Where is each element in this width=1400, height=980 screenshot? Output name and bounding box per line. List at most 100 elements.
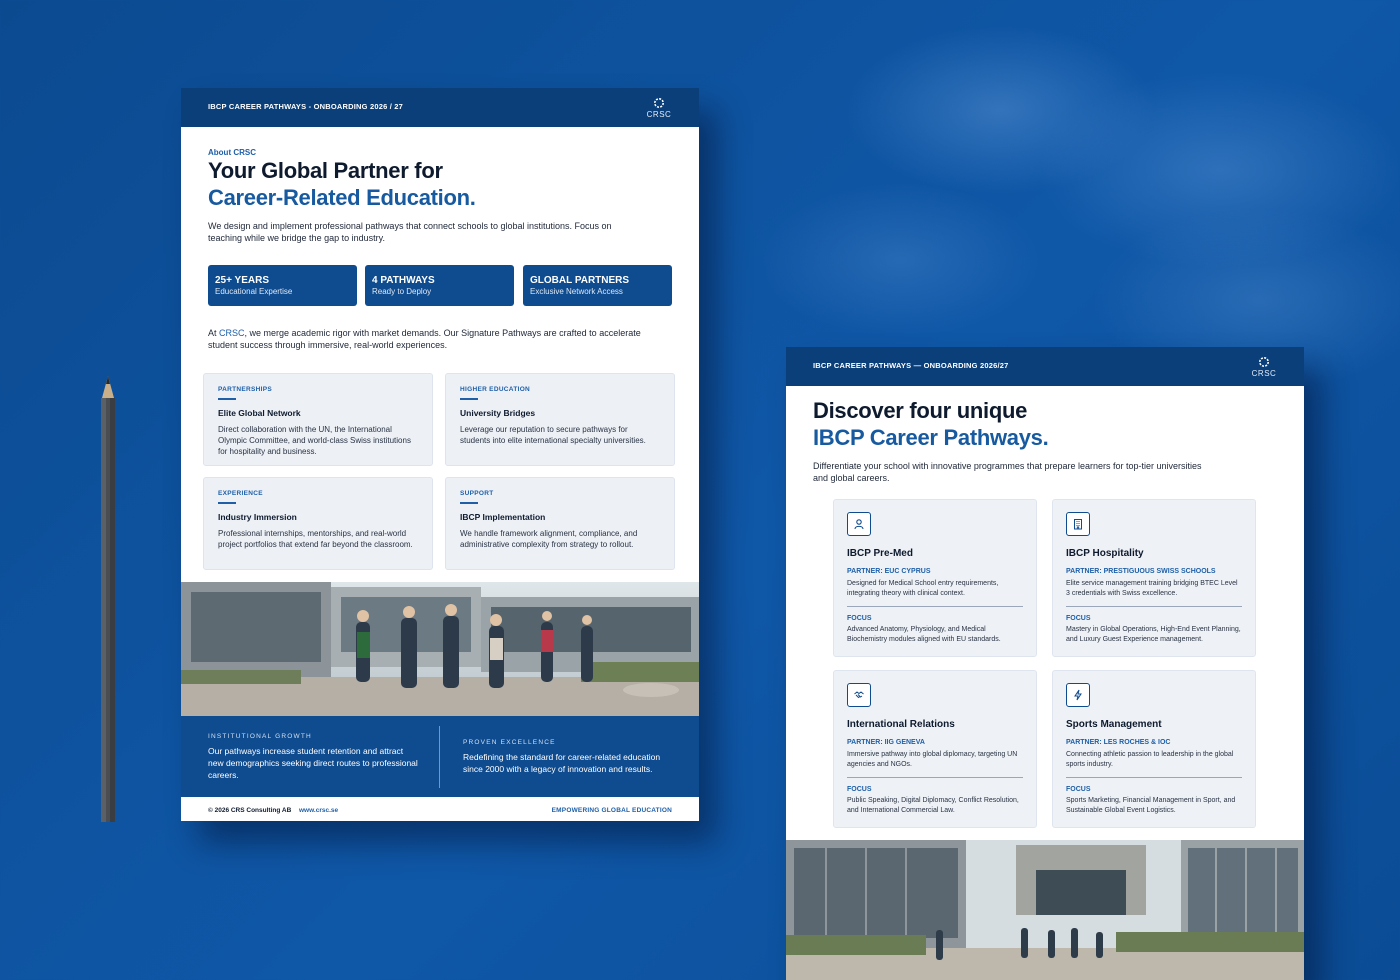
- card-description: Professional internships, mentorships, a…: [218, 528, 413, 549]
- header-title: IBCP CAREER PATHWAYS — ONBOARDING 2026/2…: [813, 361, 1009, 370]
- footer-url[interactable]: www.crsc.se: [299, 807, 338, 814]
- crsc-logo: CRSC: [1251, 356, 1277, 378]
- card-divider: [1066, 606, 1242, 607]
- pathway-partner: PARTNER: LES ROCHES & IOC: [1066, 739, 1171, 746]
- pathway-name: IBCP Hospitality: [1066, 548, 1144, 559]
- card-description: Direct collaboration with the UN, the In…: [218, 424, 411, 456]
- pathway-card-premed: IBCP Pre-Med PARTNER: EUC CYPRUS Designe…: [833, 499, 1037, 657]
- header-bar: IBCP CAREER PATHWAYS - ONBOARDING 2026 /…: [181, 88, 699, 127]
- header-title: IBCP CAREER PATHWAYS - ONBOARDING 2026 /…: [208, 102, 404, 111]
- headline-line-1: Discover four unique: [813, 398, 1028, 423]
- pathway-name: International Relations: [847, 719, 955, 730]
- card-divider: [847, 777, 1023, 778]
- mission-crsc-link: CRSC: [219, 328, 245, 338]
- pathway-description: Connecting athletic passion to leadershi…: [1066, 751, 1234, 768]
- mission-paragraph: At CRSC, we merge academic rigor with ma…: [208, 328, 678, 351]
- onepager-right: IBCP CAREER PATHWAYS — ONBOARDING 2026/2…: [786, 347, 1304, 980]
- pathway-partner: PARTNER: EUC CYPRUS: [847, 568, 931, 575]
- pathway-description: Immersive pathway into global diplomacy,…: [847, 751, 1018, 768]
- focus-description: Sports Marketing, Financial Management i…: [1066, 797, 1236, 814]
- stat-value: 25+ YEARS: [215, 275, 270, 286]
- feature-card-experience: EXPERIENCE Industry Immersion Profession…: [203, 477, 433, 570]
- card-title: Elite Global Network: [218, 407, 301, 418]
- pathway-card-hospitality: IBCP Hospitality PARTNER: PRESTIGUOUS SW…: [1052, 499, 1256, 657]
- focus-label: FOCUS: [1066, 786, 1091, 793]
- feature-card-support: SUPPORT IBCP Implementation We handle fr…: [445, 477, 675, 570]
- focus-label: FOCUS: [1066, 615, 1091, 622]
- headline-line-2: IBCP Career Pathways.: [813, 425, 1049, 450]
- headline-line-2: Career-Related Education.: [208, 185, 476, 210]
- handshake-icon: [847, 683, 871, 707]
- panel-kicker: INSTITUTIONAL GROWTH: [208, 733, 312, 740]
- footer-copyright: © 2026 CRS Consulting AB: [208, 807, 292, 814]
- pathway-name: IBCP Pre-Med: [847, 548, 913, 559]
- card-title: University Bridges: [460, 407, 536, 418]
- card-kicker: PARTNERSHIPS: [218, 386, 273, 393]
- card-description: Leverage our reputation to secure pathwa…: [460, 424, 646, 445]
- stat-label: Exclusive Network Access: [530, 287, 623, 296]
- focus-label: FOCUS: [847, 786, 872, 793]
- focus-description: Advanced Anatomy, Physiology, and Medica…: [847, 626, 1001, 643]
- logo-text: CRSC: [1251, 369, 1277, 378]
- card-description: We handle framework alignment, complianc…: [460, 528, 638, 549]
- panel-kicker: PROVEN EXCELLENCE: [463, 739, 556, 746]
- stat-box-years: 25+ YEARS Educational Expertise: [208, 265, 357, 306]
- campus-students-photo: [181, 582, 699, 716]
- card-divider: [847, 606, 1023, 607]
- card-divider: [1066, 777, 1242, 778]
- pathway-partner: PARTNER: PRESTIGUOUS SWISS SCHOOLS: [1066, 568, 1216, 575]
- stat-value: GLOBAL PARTNERS: [530, 275, 630, 286]
- focus-label: FOCUS: [847, 615, 872, 622]
- intro-paragraph: We design and implement professional pat…: [208, 221, 678, 244]
- footer-tagline: EMPOWERING GLOBAL EDUCATION: [551, 807, 672, 814]
- intro-line-2: and global careers.: [813, 472, 890, 483]
- bolt-icon: [1066, 683, 1090, 707]
- highlights-panel: INSTITUTIONAL GROWTH Our pathways increa…: [181, 716, 699, 797]
- campus-courtyard-photo: [786, 840, 1304, 980]
- mission-prefix: At: [208, 328, 220, 338]
- eyebrow-label: About CRSC: [208, 148, 256, 157]
- stat-box-partners: GLOBAL PARTNERS Exclusive Network Access: [523, 265, 672, 306]
- feature-card-higher-education: HIGHER EDUCATION University Bridges Leve…: [445, 373, 675, 466]
- card-kicker: EXPERIENCE: [218, 490, 263, 497]
- stat-label: Ready to Deploy: [372, 287, 432, 296]
- stat-box-pathways: 4 PATHWAYS Ready to Deploy: [365, 265, 514, 306]
- logo-text: CRSC: [646, 110, 672, 119]
- panel-text: Our pathways increase student retention …: [208, 746, 418, 780]
- intro-line-2: teaching while we bridge the gap to indu…: [208, 232, 385, 243]
- person-icon: [847, 512, 871, 536]
- pathway-name: Sports Management: [1066, 719, 1162, 730]
- intro-line-1: Differentiate your school with innovativ…: [813, 461, 1202, 471]
- pencil-prop: [98, 376, 118, 822]
- onepager-left: IBCP CAREER PATHWAYS - ONBOARDING 2026 /…: [181, 88, 699, 821]
- card-rule: [218, 398, 236, 400]
- focus-description: Mastery in Global Operations, High-End E…: [1066, 626, 1241, 643]
- logo-mark-icon: [1259, 357, 1269, 367]
- crsc-logo: CRSC: [646, 97, 672, 119]
- pathway-card-international-relations: International Relations PARTNER: IIG GEN…: [833, 670, 1037, 828]
- card-kicker: HIGHER EDUCATION: [460, 386, 531, 393]
- card-title: Industry Immersion: [218, 511, 297, 522]
- panel-text: Redefining the standard for career-relat…: [463, 752, 661, 774]
- pathway-partner: PARTNER: IIG GENEVA: [847, 739, 925, 746]
- header-bar: IBCP CAREER PATHWAYS — ONBOARDING 2026/2…: [786, 347, 1304, 386]
- stat-value: 4 PATHWAYS: [372, 275, 435, 286]
- stat-label: Educational Expertise: [215, 287, 293, 296]
- logo-mark-icon: [654, 98, 664, 108]
- card-rule: [460, 502, 478, 504]
- focus-description: Public Speaking, Digital Diplomacy, Conf…: [847, 797, 1019, 814]
- mission-text: , we merge academic rigor with market de…: [244, 328, 641, 338]
- card-rule: [218, 502, 236, 504]
- headline-line-1: Your Global Partner for: [208, 158, 443, 183]
- pathway-card-sports-management: Sports Management PARTNER: LES ROCHES & …: [1052, 670, 1256, 828]
- card-title: IBCP Implementation: [460, 511, 546, 522]
- intro-paragraph: Differentiate your school with innovativ…: [813, 461, 1283, 484]
- feature-card-partnerships: PARTNERSHIPS Elite Global Network Direct…: [203, 373, 433, 466]
- intro-line-1: We design and implement professional pat…: [208, 221, 612, 231]
- card-rule: [460, 398, 478, 400]
- pathway-description: Designed for Medical School entry requir…: [847, 580, 999, 597]
- card-kicker: SUPPORT: [460, 490, 494, 497]
- building-icon: [1066, 512, 1090, 536]
- pathway-description: Elite service management training bridgi…: [1066, 580, 1238, 597]
- panel-divider: [439, 726, 440, 788]
